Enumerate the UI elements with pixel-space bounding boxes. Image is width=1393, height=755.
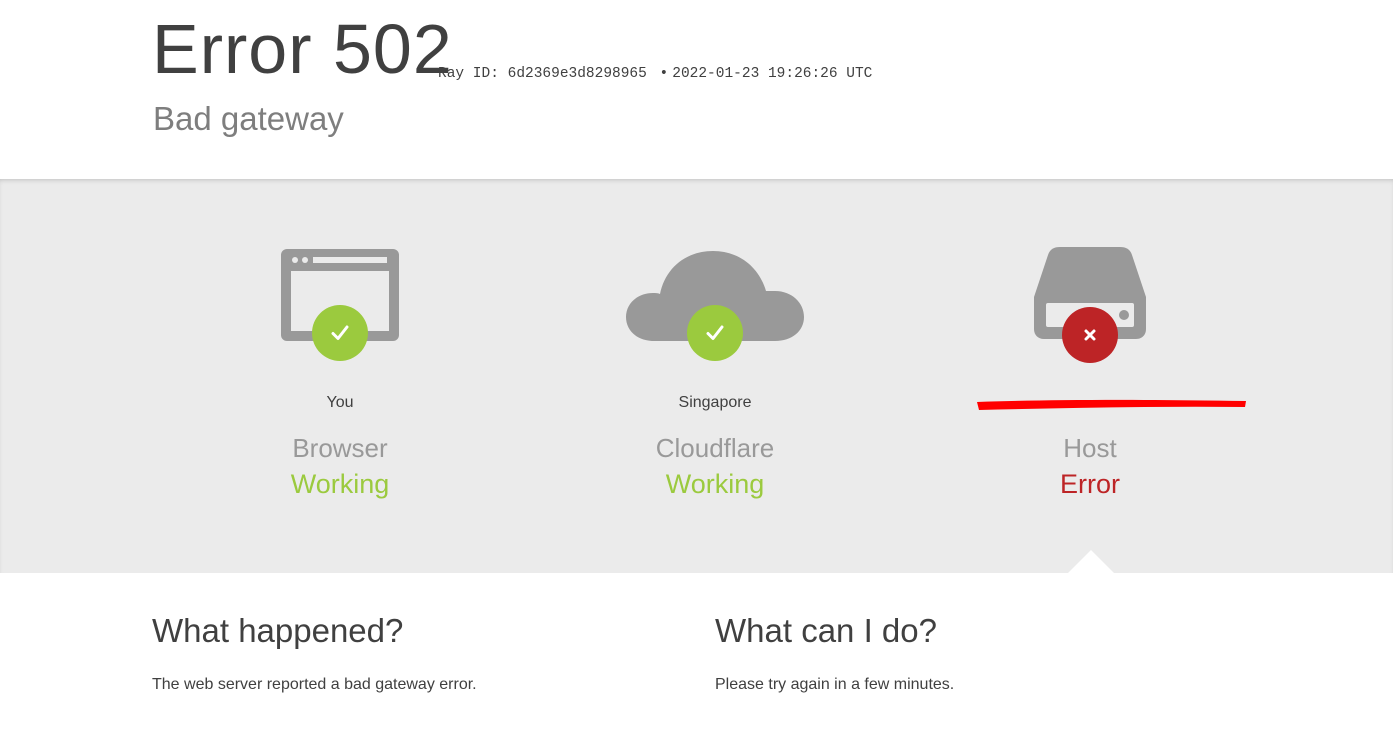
node-status: Working bbox=[665, 469, 765, 499]
check-badge-icon bbox=[687, 305, 743, 361]
redaction-mark bbox=[977, 399, 1246, 410]
what-can-i-do-section: What can I do? Please try again in a few… bbox=[715, 612, 1235, 694]
node-location: You bbox=[326, 394, 354, 411]
node-role: Host bbox=[1063, 433, 1117, 463]
what-happened-section: What happened? The web server reported a… bbox=[152, 612, 672, 694]
error-subtitle: Bad gateway bbox=[153, 100, 344, 137]
what-happened-heading: What happened? bbox=[152, 612, 404, 649]
node-cloudflare: Singapore Cloudflare Working bbox=[555, 179, 875, 573]
separator-dot: • bbox=[659, 66, 669, 82]
what-can-i-do-heading: What can I do? bbox=[715, 612, 937, 649]
node-status: Error bbox=[1060, 469, 1120, 499]
what-can-i-do-text: Please try again in a few minutes. bbox=[715, 676, 955, 693]
ray-id-line: Ray ID: 6d2369e3d8298965 • 2022-01-23 19:… bbox=[438, 66, 872, 82]
node-role: Cloudflare bbox=[655, 433, 775, 463]
status-band: You Browser Working Singapore Cloudflare… bbox=[0, 179, 1393, 573]
error-timestamp: 2022-01-23 19:26:26 UTC bbox=[672, 66, 873, 82]
error-header: Error 502 Ray ID: 6d2369e3d8298965 • 2022… bbox=[0, 0, 1393, 179]
node-status: Working bbox=[290, 469, 390, 499]
ray-id: Ray ID: 6d2369e3d8298965 bbox=[438, 66, 647, 82]
what-happened-text: The web server reported a bad gateway er… bbox=[152, 676, 477, 693]
node-browser: You Browser Working bbox=[180, 179, 500, 573]
error-badge-icon bbox=[1062, 307, 1118, 363]
node-host: Host Error bbox=[930, 179, 1250, 573]
error-code-title: Error 502 bbox=[152, 10, 453, 88]
node-location: Singapore bbox=[678, 394, 752, 411]
node-role: Browser bbox=[292, 433, 388, 463]
pointer-notch bbox=[1067, 550, 1115, 574]
check-badge-icon bbox=[312, 305, 368, 361]
